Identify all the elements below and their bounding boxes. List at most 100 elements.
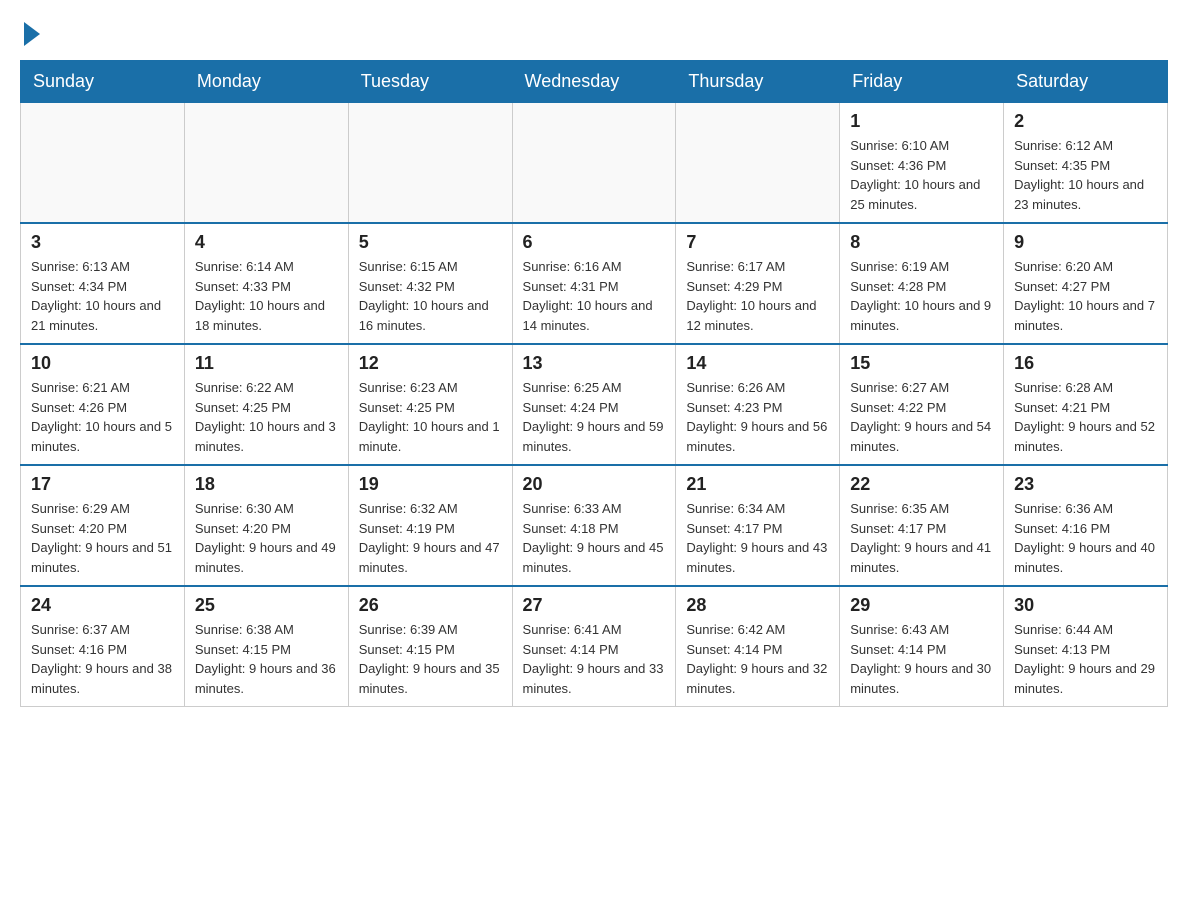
calendar-cell: 2 Sunrise: 6:12 AMSunset: 4:35 PMDaylight…	[1004, 103, 1168, 224]
weekday-header-row: SundayMondayTuesdayWednesdayThursdayFrid…	[21, 61, 1168, 103]
calendar-cell: 17Sunrise: 6:29 AMSunset: 4:20 PMDayligh…	[21, 465, 185, 586]
day-info: Sunrise: 6:14 AMSunset: 4:33 PMDaylight:…	[195, 257, 338, 335]
day-info: Sunrise: 6:15 AMSunset: 4:32 PMDaylight:…	[359, 257, 502, 335]
calendar-cell: 10Sunrise: 6:21 AMSunset: 4:26 PMDayligh…	[21, 344, 185, 465]
calendar-cell: 19Sunrise: 6:32 AMSunset: 4:19 PMDayligh…	[348, 465, 512, 586]
calendar-cell: 28Sunrise: 6:42 AMSunset: 4:14 PMDayligh…	[676, 586, 840, 707]
day-info: Sunrise: 6:13 AMSunset: 4:34 PMDaylight:…	[31, 257, 174, 335]
day-number: 8	[850, 232, 993, 253]
calendar-cell: 12 Sunrise: 6:23 AMSunset: 4:25 PMDayligh…	[348, 344, 512, 465]
weekday-header-sunday: Sunday	[21, 61, 185, 103]
day-number: 15	[850, 353, 993, 374]
calendar-cell: 23 Sunrise: 6:36 AMSunset: 4:16 PMDayligh…	[1004, 465, 1168, 586]
calendar-cell	[184, 103, 348, 224]
weekday-header-tuesday: Tuesday	[348, 61, 512, 103]
logo-arrow-icon	[24, 22, 40, 46]
calendar-cell: 6Sunrise: 6:16 AMSunset: 4:31 PMDaylight…	[512, 223, 676, 344]
calendar-cell: 7 Sunrise: 6:17 AMSunset: 4:29 PMDaylight…	[676, 223, 840, 344]
logo-top	[20, 20, 40, 46]
day-info: Sunrise: 6:22 AMSunset: 4:25 PMDaylight:…	[195, 378, 338, 456]
calendar-cell: 4 Sunrise: 6:14 AMSunset: 4:33 PMDaylight…	[184, 223, 348, 344]
calendar-cell	[512, 103, 676, 224]
day-number: 19	[359, 474, 502, 495]
day-number: 5	[359, 232, 502, 253]
calendar-cell: 29 Sunrise: 6:43 AMSunset: 4:14 PMDayligh…	[840, 586, 1004, 707]
calendar-cell: 3 Sunrise: 6:13 AMSunset: 4:34 PMDaylight…	[21, 223, 185, 344]
day-info: Sunrise: 6:17 AMSunset: 4:29 PMDaylight:…	[686, 257, 829, 335]
day-number: 26	[359, 595, 502, 616]
week-row-2: 3 Sunrise: 6:13 AMSunset: 4:34 PMDaylight…	[21, 223, 1168, 344]
day-info: Sunrise: 6:42 AMSunset: 4:14 PMDaylight:…	[686, 620, 829, 698]
day-info: Sunrise: 6:10 AMSunset: 4:36 PMDaylight:…	[850, 136, 993, 214]
day-info: Sunrise: 6:38 AMSunset: 4:15 PMDaylight:…	[195, 620, 338, 698]
calendar-cell	[348, 103, 512, 224]
week-row-3: 10Sunrise: 6:21 AMSunset: 4:26 PMDayligh…	[21, 344, 1168, 465]
day-info: Sunrise: 6:23 AMSunset: 4:25 PMDaylight:…	[359, 378, 502, 456]
calendar-cell: 18Sunrise: 6:30 AMSunset: 4:20 PMDayligh…	[184, 465, 348, 586]
day-info: Sunrise: 6:44 AMSunset: 4:13 PMDaylight:…	[1014, 620, 1157, 698]
calendar-cell: 21Sunrise: 6:34 AMSunset: 4:17 PMDayligh…	[676, 465, 840, 586]
day-info: Sunrise: 6:43 AMSunset: 4:14 PMDaylight:…	[850, 620, 993, 698]
calendar-cell: 5 Sunrise: 6:15 AMSunset: 4:32 PMDaylight…	[348, 223, 512, 344]
day-number: 3	[31, 232, 174, 253]
day-info: Sunrise: 6:36 AMSunset: 4:16 PMDaylight:…	[1014, 499, 1157, 577]
weekday-header-thursday: Thursday	[676, 61, 840, 103]
day-number: 30	[1014, 595, 1157, 616]
day-info: Sunrise: 6:30 AMSunset: 4:20 PMDaylight:…	[195, 499, 338, 577]
week-row-1: 1 Sunrise: 6:10 AMSunset: 4:36 PMDaylight…	[21, 103, 1168, 224]
week-row-4: 17Sunrise: 6:29 AMSunset: 4:20 PMDayligh…	[21, 465, 1168, 586]
day-number: 14	[686, 353, 829, 374]
calendar-cell: 13Sunrise: 6:25 AMSunset: 4:24 PMDayligh…	[512, 344, 676, 465]
calendar-cell: 26Sunrise: 6:39 AMSunset: 4:15 PMDayligh…	[348, 586, 512, 707]
weekday-header-wednesday: Wednesday	[512, 61, 676, 103]
calendar-table: SundayMondayTuesdayWednesdayThursdayFrid…	[20, 60, 1168, 707]
day-number: 4	[195, 232, 338, 253]
day-number: 2	[1014, 111, 1157, 132]
day-number: 7	[686, 232, 829, 253]
weekday-header-monday: Monday	[184, 61, 348, 103]
calendar-cell: 27 Sunrise: 6:41 AMSunset: 4:14 PMDayligh…	[512, 586, 676, 707]
day-number: 1	[850, 111, 993, 132]
day-info: Sunrise: 6:12 AMSunset: 4:35 PMDaylight:…	[1014, 136, 1157, 214]
day-info: Sunrise: 6:41 AMSunset: 4:14 PMDaylight:…	[523, 620, 666, 698]
day-number: 12	[359, 353, 502, 374]
calendar-cell: 25 Sunrise: 6:38 AMSunset: 4:15 PMDayligh…	[184, 586, 348, 707]
day-number: 29	[850, 595, 993, 616]
day-number: 9	[1014, 232, 1157, 253]
calendar-cell: 14 Sunrise: 6:26 AMSunset: 4:23 PMDayligh…	[676, 344, 840, 465]
day-number: 11	[195, 353, 338, 374]
header-area	[20, 20, 1168, 40]
day-info: Sunrise: 6:34 AMSunset: 4:17 PMDaylight:…	[686, 499, 829, 577]
calendar-cell: 9 Sunrise: 6:20 AMSunset: 4:27 PMDaylight…	[1004, 223, 1168, 344]
calendar-cell	[21, 103, 185, 224]
day-info: Sunrise: 6:16 AMSunset: 4:31 PMDaylight:…	[523, 257, 666, 335]
weekday-header-friday: Friday	[840, 61, 1004, 103]
day-info: Sunrise: 6:21 AMSunset: 4:26 PMDaylight:…	[31, 378, 174, 456]
day-number: 24	[31, 595, 174, 616]
day-info: Sunrise: 6:33 AMSunset: 4:18 PMDaylight:…	[523, 499, 666, 577]
calendar-cell: 24 Sunrise: 6:37 AMSunset: 4:16 PMDayligh…	[21, 586, 185, 707]
calendar-cell: 8Sunrise: 6:19 AMSunset: 4:28 PMDaylight…	[840, 223, 1004, 344]
calendar-cell	[676, 103, 840, 224]
calendar-cell: 22 Sunrise: 6:35 AMSunset: 4:17 PMDayligh…	[840, 465, 1004, 586]
day-info: Sunrise: 6:20 AMSunset: 4:27 PMDaylight:…	[1014, 257, 1157, 335]
day-number: 20	[523, 474, 666, 495]
day-info: Sunrise: 6:29 AMSunset: 4:20 PMDaylight:…	[31, 499, 174, 577]
day-number: 27	[523, 595, 666, 616]
logo	[20, 20, 40, 40]
day-info: Sunrise: 6:37 AMSunset: 4:16 PMDaylight:…	[31, 620, 174, 698]
day-number: 13	[523, 353, 666, 374]
day-number: 23	[1014, 474, 1157, 495]
day-number: 25	[195, 595, 338, 616]
calendar-cell: 16 Sunrise: 6:28 AMSunset: 4:21 PMDayligh…	[1004, 344, 1168, 465]
day-number: 16	[1014, 353, 1157, 374]
calendar-cell: 20 Sunrise: 6:33 AMSunset: 4:18 PMDayligh…	[512, 465, 676, 586]
day-info: Sunrise: 6:27 AMSunset: 4:22 PMDaylight:…	[850, 378, 993, 456]
day-info: Sunrise: 6:28 AMSunset: 4:21 PMDaylight:…	[1014, 378, 1157, 456]
calendar-cell: 30 Sunrise: 6:44 AMSunset: 4:13 PMDayligh…	[1004, 586, 1168, 707]
day-number: 22	[850, 474, 993, 495]
weekday-header-saturday: Saturday	[1004, 61, 1168, 103]
week-row-5: 24 Sunrise: 6:37 AMSunset: 4:16 PMDayligh…	[21, 586, 1168, 707]
day-info: Sunrise: 6:26 AMSunset: 4:23 PMDaylight:…	[686, 378, 829, 456]
day-info: Sunrise: 6:35 AMSunset: 4:17 PMDaylight:…	[850, 499, 993, 577]
